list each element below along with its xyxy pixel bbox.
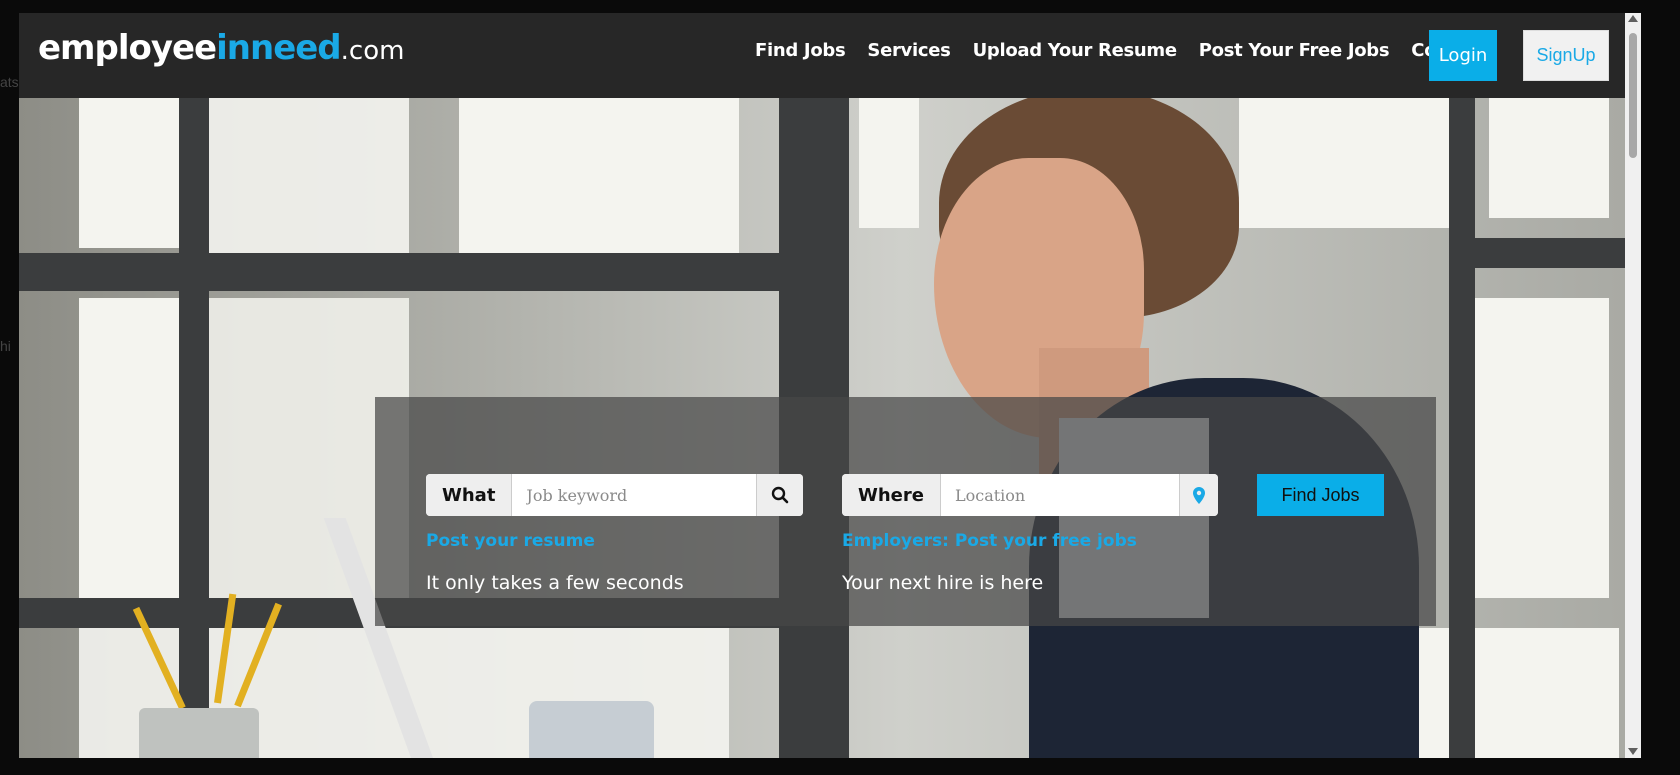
scroll-thumb[interactable] xyxy=(1629,33,1637,158)
nav-upload-resume[interactable]: Upload Your Resume xyxy=(973,40,1178,61)
map-marker-icon xyxy=(1192,486,1205,504)
hero-section: What Where Fi xyxy=(19,98,1625,758)
window-pane xyxy=(79,298,179,598)
nav-services[interactable]: Services xyxy=(867,40,950,61)
search-button[interactable] xyxy=(755,474,803,516)
browser-window: employeeinneed.com Find Jobs Services Up… xyxy=(19,13,1641,758)
scroll-down-arrow-icon[interactable] xyxy=(1628,748,1638,755)
page-scrollbar[interactable] xyxy=(1625,13,1641,758)
window-frame xyxy=(19,253,779,291)
window-pane xyxy=(209,98,409,258)
signup-button[interactable]: SignUp xyxy=(1523,30,1609,81)
scroll-up-arrow-icon[interactable] xyxy=(1628,15,1638,22)
background-text: hi xyxy=(0,338,11,354)
post-resume-note: It only takes a few seconds xyxy=(426,572,684,594)
employers-note: Your next hire is here xyxy=(842,572,1044,594)
window-frame xyxy=(1449,98,1475,758)
window-pane xyxy=(859,98,919,228)
window-frame xyxy=(179,98,209,758)
location-input[interactable] xyxy=(940,474,1179,516)
location-button[interactable] xyxy=(1178,474,1218,516)
nav-post-free-jobs[interactable]: Post Your Free Jobs xyxy=(1199,40,1390,61)
what-label: What xyxy=(426,474,513,516)
where-search-group: Where xyxy=(842,474,1218,516)
photo-pencil-cup xyxy=(139,708,259,758)
post-resume-link[interactable]: Post your resume xyxy=(426,531,595,551)
nav-find-jobs[interactable]: Find Jobs xyxy=(755,40,846,61)
site-logo[interactable]: employeeinneed.com xyxy=(38,28,404,68)
login-button[interactable]: Login xyxy=(1429,30,1497,81)
logo-text-domain: .com xyxy=(340,36,405,66)
search-icon xyxy=(771,486,789,504)
window-pane xyxy=(1489,98,1609,218)
where-label: Where xyxy=(842,474,941,516)
window-pane xyxy=(79,98,179,248)
what-search-group: What xyxy=(426,474,803,516)
window-pane xyxy=(1239,98,1459,228)
job-keyword-input[interactable] xyxy=(512,474,756,516)
search-panel: What Where Fi xyxy=(375,397,1436,626)
site-header: employeeinneed.com Find Jobs Services Up… xyxy=(19,13,1641,98)
find-jobs-button[interactable]: Find Jobs xyxy=(1257,474,1384,516)
window-pane xyxy=(459,98,739,258)
photo-mug xyxy=(529,701,654,758)
background-text: ats xyxy=(0,74,19,90)
employers-post-jobs-link[interactable]: Employers: Post your free jobs xyxy=(842,531,1137,551)
main-nav: Find Jobs Services Upload Your Resume Po… xyxy=(755,40,1510,61)
window-pane xyxy=(1459,298,1609,598)
logo-text-white: employee xyxy=(38,28,217,68)
logo-text-blue: inneed xyxy=(216,28,342,68)
window-frame xyxy=(1459,238,1625,268)
